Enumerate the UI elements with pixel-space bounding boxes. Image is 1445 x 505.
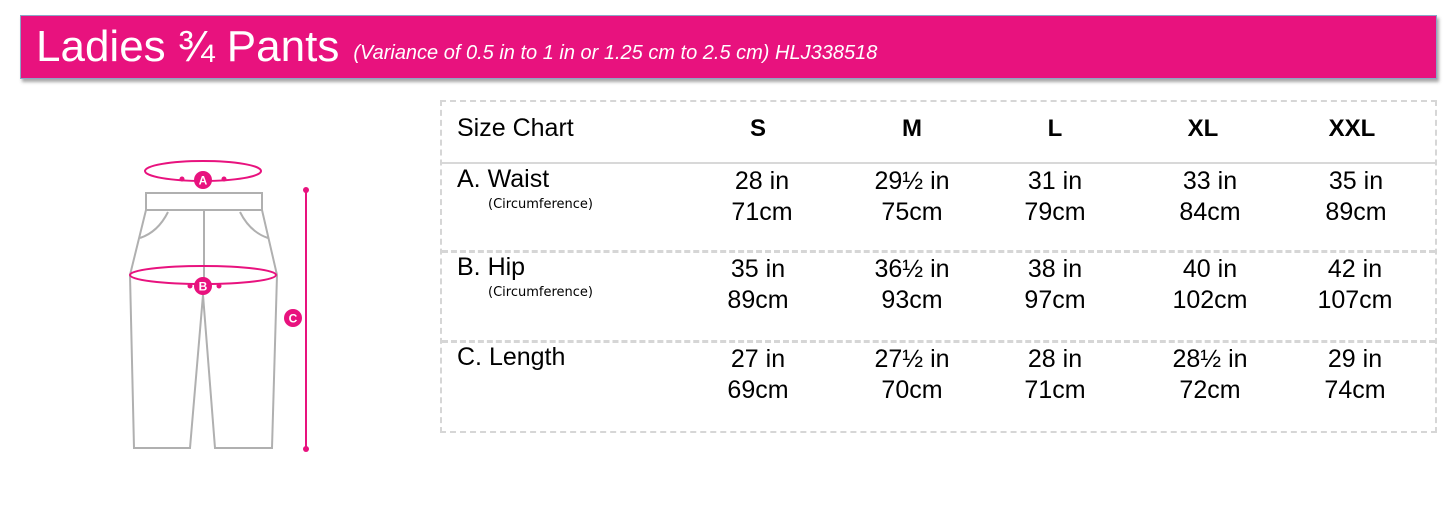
value-cell: 29 in 74cm	[1324, 345, 1386, 404]
value-cell: 42 in 107cm	[1317, 255, 1393, 314]
size-chart-table: Size Chart S M L XL XXL A. Waist (Circum…	[440, 100, 1437, 433]
page-title: Ladies ¾ Pants	[36, 22, 340, 71]
size-chart-header-row: Size Chart S M L XL XXL	[442, 102, 1435, 164]
value-cell: 40 in 102cm	[1172, 255, 1248, 314]
value-cell: 28 in 71cm	[731, 167, 793, 226]
measure-label: A. Waist (Circumference)	[457, 162, 593, 212]
length-line-bottom-dot	[303, 446, 309, 452]
size-header-m: M	[902, 115, 922, 142]
size-header-xl: XL	[1187, 115, 1219, 142]
title-banner: Ladies ¾ Pants (Variance of 0.5 in to 1 …	[20, 15, 1437, 79]
length-line-top-dot	[303, 187, 309, 193]
value-cell: 27 in 69cm	[727, 345, 789, 404]
marker-b: B	[194, 277, 212, 295]
measure-label: C. Length	[457, 340, 565, 375]
table-row-length: C. Length 27 in 69cm 27½ in 70cm 28 in 71cm…	[442, 340, 1435, 433]
size-header-s: S	[749, 115, 766, 142]
value-cell: 33 in 84cm	[1179, 167, 1241, 226]
measure-name-waist: A. Waist	[457, 165, 550, 193]
size-header-l: L	[1047, 115, 1063, 142]
value-cell: 27½ in 70cm	[874, 345, 950, 404]
measure-note-waist: (Circumference)	[488, 197, 593, 212]
measure-label: B. Hip (Circumference)	[457, 250, 593, 300]
value-cell: 35 in 89cm	[727, 255, 789, 314]
value-cell: 35 in 89cm	[1325, 167, 1387, 226]
value-cell: 28½ in 72cm	[1172, 345, 1248, 404]
marker-a-label: A	[199, 174, 208, 188]
page-subtitle: (Variance of 0.5 in to 1 in or 1.25 cm t…	[353, 41, 878, 64]
table-row-waist: A. Waist (Circumference) 28 in 71cm 29½ i…	[442, 162, 1435, 253]
marker-c-label: C	[289, 312, 298, 326]
pants-measurement-diagram: A B C	[128, 160, 309, 452]
table-row-hip: B. Hip (Circumference) 35 in 89cm 36½ in 9…	[442, 250, 1435, 343]
size-header-xxl: XXL	[1328, 115, 1376, 142]
value-cell: 29½ in 75cm	[874, 167, 950, 226]
measure-name-length: C. Length	[457, 343, 566, 371]
size-chart-corner-label: Size Chart	[457, 114, 574, 142]
measure-note-hip: (Circumference)	[488, 285, 593, 300]
pants-waistband	[145, 192, 263, 211]
marker-a: A	[194, 171, 212, 189]
marker-b-label: B	[199, 280, 208, 294]
measure-name-hip: B. Hip	[457, 253, 526, 281]
value-cell: 38 in 97cm	[1024, 255, 1086, 314]
value-cell: 31 in 79cm	[1024, 167, 1086, 226]
value-cell: 28 in 71cm	[1024, 345, 1086, 404]
value-cell: 36½ in 93cm	[874, 255, 950, 314]
marker-c: C	[284, 309, 302, 327]
